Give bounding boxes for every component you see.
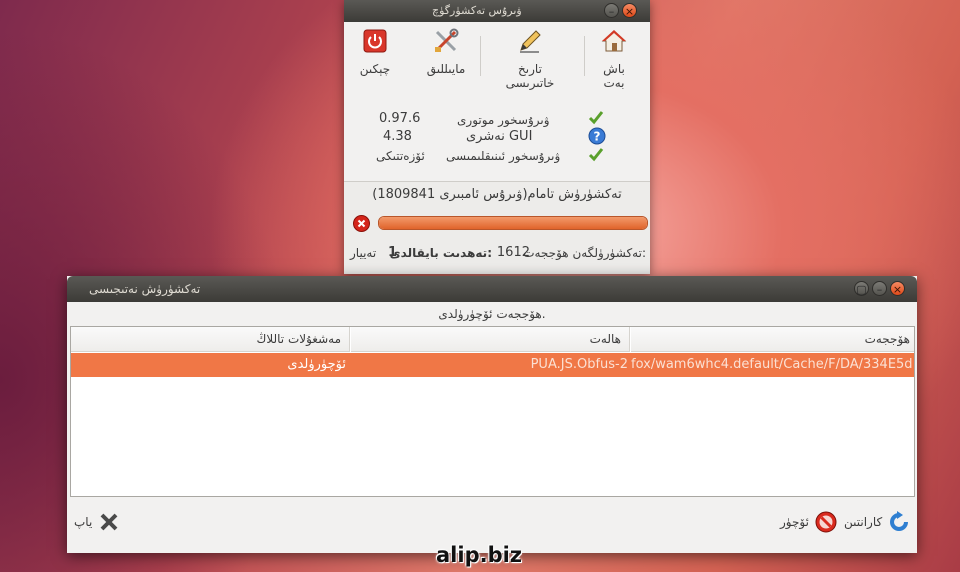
svg-text:?: ? <box>594 130 601 144</box>
column-header-file[interactable]: ھۆججەت <box>631 327 914 352</box>
engine-label: ۋىرۇسخور موتورى <box>457 113 550 127</box>
delete-button[interactable]: ئۆچۈر <box>780 511 837 533</box>
row-file: fox/wam6whc4.default/Cache/F/DA/334E5d01 <box>631 357 913 372</box>
row-action: ئۆچۈرۈلدى <box>287 357 346 372</box>
home-icon <box>601 30 627 52</box>
history-button[interactable]: تارىخ خاتىرىسى <box>492 28 568 90</box>
dialog-title: تەكشۈرۈش نەتىجىسى <box>89 282 201 296</box>
scanner-window: – × ۋىرۇس تەكشۈرگۈچ باش بەت تارىخ خاتىرى… <box>344 0 650 274</box>
exit-label: چېكىن <box>359 62 391 76</box>
refresh-icon <box>890 511 909 531</box>
close-dialog-button[interactable]: ياپ <box>74 511 120 533</box>
toolbar: باش بەت تارىخ خاتىرىسى مايىللىق چېكىن <box>344 28 650 90</box>
delete-label: ئۆچۈر <box>780 515 809 529</box>
table-row[interactable]: ئۆچۈرۈلدى PUA.JS.Obfus-2 fox/wam6whc4.de… <box>71 353 914 377</box>
home-button[interactable]: باش بەت <box>592 28 636 90</box>
restore-button[interactable]: ▢ <box>854 281 869 296</box>
pencil-icon <box>520 30 541 53</box>
checked-files-count: 1612 <box>496 245 530 260</box>
threats-found-label: تەھدىت بايقالدى: <box>389 246 492 260</box>
column-header-file-label: ھۆججەت <box>864 332 910 346</box>
close-dialog-label: ياپ <box>74 515 93 529</box>
settings-button[interactable]: مايىللىق <box>424 28 468 76</box>
check-icon <box>588 148 604 162</box>
minimize-button[interactable]: – <box>872 281 887 296</box>
watermark: alip.biz <box>436 543 523 567</box>
toolbar-separator <box>584 36 585 76</box>
settings-label: مايىللىق <box>426 62 466 76</box>
close-button[interactable]: × <box>890 281 905 296</box>
definitions-label: ۋىرۇسخور ئىنىقلىمىسى <box>446 149 561 163</box>
scan-status: تەكشۈرۈش تامام(ۋىرۇس ئامبىرى 1809841) <box>372 187 622 202</box>
toolbar-separator <box>480 36 481 76</box>
power-icon <box>363 29 387 53</box>
dialog-titlebar: تەكشۈرۈش نەتىجىسى ▢ – × <box>67 276 917 302</box>
column-header-action-label: مەشغۇلات تاللاڭ <box>256 332 341 346</box>
quarantine-label: كارانتىن <box>844 515 883 529</box>
ready-status: تەييار <box>350 246 377 260</box>
checked-files-label: تەكشۈرۈلگەن ھۆججەت: <box>523 246 646 260</box>
results-table: مەشغۇلات تاللاڭ ھالەت ھۆججەت ئۆچۈرۈلدى P… <box>70 326 915 497</box>
window-title: ۋىرۇس تەكشۈرگۈچ <box>432 4 522 17</box>
dialog-message: ھۆججەت ئۆچۈرۈلدى. <box>438 307 546 321</box>
home-label: باش بەت <box>603 62 625 90</box>
column-header-status[interactable]: ھالەت <box>351 327 630 352</box>
engine-version: 0.97.6 <box>379 111 421 126</box>
column-header-action[interactable]: مەشغۇلات تاللاڭ <box>71 327 350 352</box>
minimize-button[interactable]: – <box>604 3 619 18</box>
column-header-status-label: ھالەت <box>589 332 621 346</box>
gui-version: 4.38 <box>383 129 412 144</box>
scanner-titlebar: – × ۋىرۇس تەكشۈرگۈچ <box>344 0 650 22</box>
quarantine-button[interactable]: كارانتىن <box>844 511 910 533</box>
no-entry-icon <box>815 511 837 533</box>
threats-found-count: 1 <box>387 245 397 260</box>
tools-icon <box>435 28 459 52</box>
gui-label: نەشرى GUI <box>466 129 533 144</box>
scan-progress-bar <box>378 216 648 230</box>
history-label: تارىخ خاتىرىسى <box>505 62 555 90</box>
check-icon <box>588 111 604 125</box>
row-status: PUA.JS.Obfus-2 <box>530 357 628 372</box>
stats-row: تەكشۈرۈلگەن ھۆججەت: 1612 تەھدىت بايقالدى… <box>350 245 646 264</box>
close-x-icon <box>100 513 118 531</box>
scan-progress-fill <box>379 217 647 229</box>
dialog-window-controls: ▢ – × <box>854 281 905 296</box>
help-icon: ? <box>588 127 606 145</box>
exit-button[interactable]: چېكىن <box>356 28 394 76</box>
stop-icon[interactable] <box>353 215 370 232</box>
definitions-value: ئۆزەتتىكى <box>376 149 425 163</box>
close-button[interactable]: × <box>622 3 637 18</box>
window-controls: – × <box>604 3 637 18</box>
